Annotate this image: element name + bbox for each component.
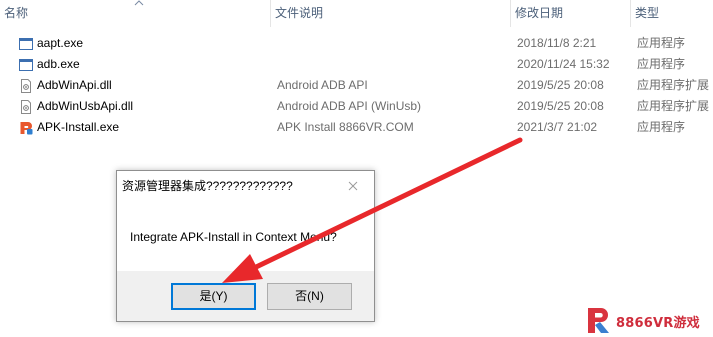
file-name: APK-Install.exe: [37, 120, 120, 134]
file-modified: 2020/11/24 15:32: [517, 57, 610, 71]
file-modified: 2019/5/25 20:08: [517, 78, 604, 92]
file-row[interactable]: adb.exe 2020/11/24 15:32 应用程序: [0, 54, 713, 75]
file-row[interactable]: AdbWinApi.dll Android ADB API 2019/5/25 …: [0, 75, 713, 96]
dialog-body: Integrate APK-Install in Context Menu?: [117, 201, 374, 271]
file-type: 应用程序: [637, 57, 686, 71]
file-name: aapt.exe: [37, 36, 84, 50]
file-type: 应用程序: [637, 36, 686, 50]
vr-logo-icon: [588, 308, 609, 333]
file-name: adb.exe: [37, 57, 80, 71]
file-type: 应用程序扩展: [637, 78, 710, 92]
yes-button[interactable]: 是(Y): [171, 283, 256, 310]
watermark-text: 8866VR游戏: [616, 316, 700, 331]
file-row[interactable]: APK-Install.exe APK Install 8866VR.COM 2…: [0, 117, 713, 138]
dialog-title-bar[interactable]: 资源管理器集成?????????????: [117, 171, 374, 201]
dialog-title: 资源管理器集成?????????????: [122, 179, 293, 193]
exe-icon: [19, 59, 33, 71]
column-type[interactable]: 类型: [631, 0, 713, 27]
column-description[interactable]: 文件说明: [271, 0, 510, 27]
close-icon[interactable]: [343, 177, 363, 195]
file-modified: 2021/3/7 21:02: [517, 120, 598, 134]
dialog-message: Integrate APK-Install in Context Menu?: [130, 230, 337, 244]
file-description: Android ADB API: [277, 78, 368, 92]
file-modified: 2018/11/8 2:21: [517, 36, 597, 50]
column-header: 名称 文件说明 修改日期 类型: [0, 0, 713, 27]
watermark: 8866VR游戏: [581, 304, 713, 337]
dll-icon: [21, 100, 31, 114]
file-description: Android ADB API (WinUsb): [277, 99, 422, 113]
file-name: AdbWinUsbApi.dll: [37, 99, 134, 113]
file-type: 应用程序: [637, 120, 686, 134]
file-name: AdbWinApi.dll: [37, 78, 112, 92]
no-button[interactable]: 否(N): [267, 283, 352, 310]
apk-install-icon: [20, 122, 33, 135]
column-modified[interactable]: 修改日期: [511, 0, 630, 27]
file-type: 应用程序扩展: [637, 99, 710, 113]
file-modified: 2019/5/25 20:08: [517, 99, 604, 113]
sort-ascending-icon: [134, 0, 144, 6]
exe-icon: [19, 38, 33, 50]
dll-icon: [21, 79, 31, 93]
file-row[interactable]: AdbWinUsbApi.dll Android ADB API (WinUsb…: [0, 96, 713, 117]
file-row[interactable]: aapt.exe 2018/11/8 2:21 应用程序: [0, 33, 713, 54]
file-description: APK Install 8866VR.COM: [277, 120, 414, 134]
integration-dialog: 资源管理器集成????????????? Integrate APK-Insta…: [116, 170, 375, 322]
